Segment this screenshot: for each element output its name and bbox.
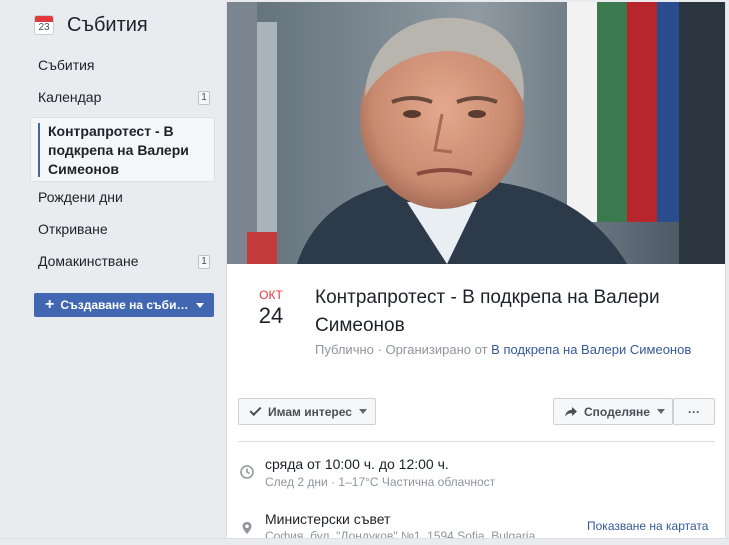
organizer-link[interactable]: В подкрепа на Валери Симеонов (491, 342, 691, 357)
active-indicator (38, 123, 40, 177)
create-event-button[interactable]: + Създаване на съби… (34, 293, 214, 317)
plus-icon: + (45, 296, 55, 313)
sidebar-item-current-event[interactable]: Контрапротест - В подкрепа на Валери Сим… (30, 117, 215, 182)
event-month: ОКТ (259, 288, 283, 302)
show-map-link[interactable]: Показване на картата (587, 519, 708, 533)
sidebar-item-calendar[interactable]: Календар 1 (30, 82, 214, 112)
page-bottom-edge (0, 538, 729, 545)
notification-badge: 1 (198, 255, 210, 269)
chevron-down-icon (358, 409, 367, 414)
share-arrow-icon (565, 406, 577, 417)
event-card: ОКТ 24 Контрапротест - В подкрепа на Вал… (226, 2, 726, 545)
sidebar-item-hosting[interactable]: Домакинстване 1 (30, 246, 214, 276)
sidebar-item-label: Събития (38, 57, 95, 73)
more-options-icon: ··· (688, 404, 700, 419)
notification-badge: 1 (198, 91, 210, 105)
interested-button-label: Имам интерес (268, 404, 352, 419)
check-icon (249, 403, 262, 417)
sidebar-item-label: Откриване (38, 221, 108, 237)
more-options-button[interactable]: ··· (673, 398, 715, 425)
event-location: Министерски съвет (265, 511, 391, 527)
share-button-label: Споделяне (584, 404, 650, 419)
event-meta: Публично · Организирано от В подкрепа на… (315, 341, 695, 359)
sidebar-item-events[interactable]: Събития (30, 50, 214, 80)
sidebar-item-birthdays[interactable]: Рождени дни (30, 182, 214, 212)
sidebar-item-label: Контрапротест - В подкрепа на Валери Сим… (48, 123, 189, 177)
sidebar-item-label: Домакинстване (38, 253, 139, 269)
event-date-badge: ОКТ 24 (247, 288, 295, 329)
sidebar-item-discover[interactable]: Откриване (30, 214, 214, 244)
event-privacy: Публично (315, 342, 374, 357)
chevron-down-icon (656, 409, 665, 414)
event-day: 24 (258, 303, 284, 328)
create-event-label: Създаване на съби… (60, 298, 189, 312)
interested-button[interactable]: Имам интерес (238, 398, 376, 425)
event-cover-photo[interactable] (227, 2, 725, 264)
chevron-down-icon (196, 303, 204, 308)
sidebar-header[interactable]: 23 Събития (34, 10, 148, 40)
sidebar-item-label: Рождени дни (38, 189, 123, 205)
clock-icon (240, 465, 254, 479)
cover-photo-image (227, 2, 725, 264)
event-time-details: След 2 дни · 1–17°C Частична облачност (265, 475, 496, 489)
calendar-icon-day: 23 (38, 22, 50, 33)
divider (238, 441, 715, 442)
sidebar-item-label: Календар (38, 89, 102, 105)
event-title: Контрапротест - В подкрепа на Валери Сим… (315, 287, 660, 336)
sidebar-title[interactable]: Събития (67, 14, 148, 37)
share-button[interactable]: Споделяне (553, 398, 673, 425)
calendar-icon: 23 (34, 15, 54, 35)
map-pin-icon (242, 522, 252, 534)
sidebar: 23 Събития Събития Календар 1 Контрапрот… (0, 0, 222, 545)
event-organized-by: · Организирано от (377, 342, 488, 357)
event-time: сряда от 10:00 ч. до 12:00 ч. (265, 456, 449, 472)
